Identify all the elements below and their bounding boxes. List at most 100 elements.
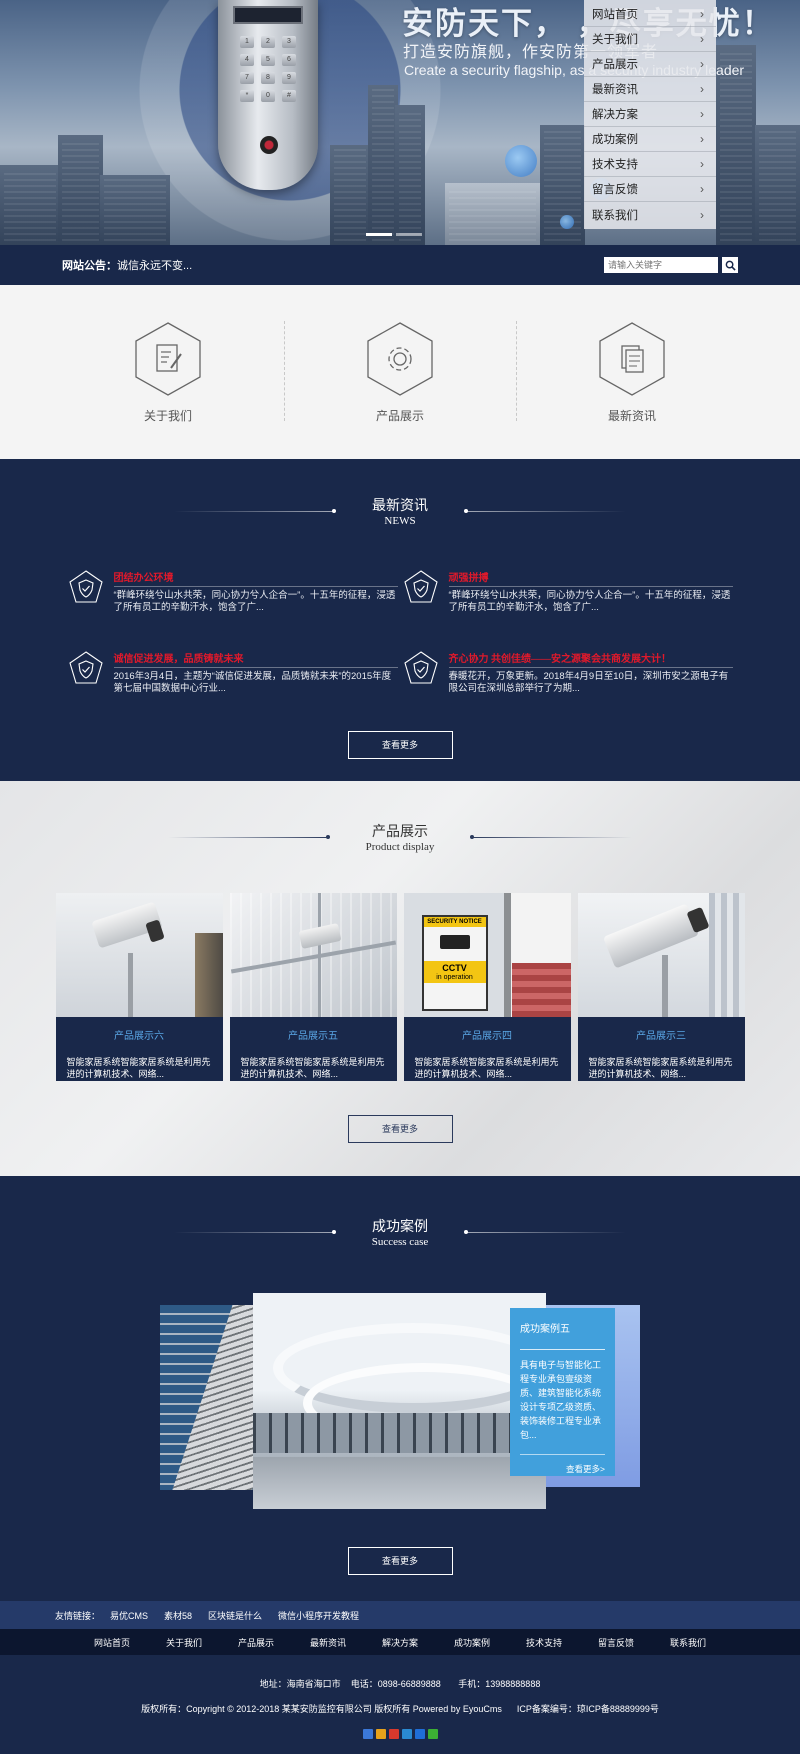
- nav-label: 最新资讯: [592, 84, 638, 96]
- case-title[interactable]: 成功案例五: [520, 1320, 605, 1335]
- friend-link[interactable]: 微信小程序开发教程: [278, 1609, 359, 1622]
- chevron-right-icon: ›: [700, 207, 704, 222]
- nav-item-contact[interactable]: 联系我们 ›: [584, 202, 716, 227]
- links-label: 友情链接：: [55, 1610, 101, 1621]
- chevron-right-icon: ›: [700, 132, 704, 146]
- copyright-line: 版权所有：Copyright © 2012-2018 某某安防监控有限公司 版权…: [0, 1702, 800, 1715]
- wechat-icon[interactable]: [427, 1729, 438, 1739]
- case-carousel: 成功案例五 具有电子与智能化工程专业承包壹级资质、建筑智能化系统设计专项乙级资质…: [160, 1293, 640, 1509]
- product-card[interactable]: 产品展示三 智能家居系统智能家居系统是利用先进的计算机技术、网络...: [577, 893, 745, 1081]
- product-card[interactable]: 产品展示五 智能家居系统智能家居系统是利用先进的计算机技术、网络...: [229, 893, 397, 1081]
- footer-nav-item[interactable]: 产品展示: [220, 1636, 292, 1649]
- product-name[interactable]: 产品展示六: [56, 1027, 223, 1042]
- footer-nav-item[interactable]: 最新资讯: [292, 1636, 364, 1649]
- news-title[interactable]: 顽强拼搏: [448, 569, 733, 587]
- case-image-main[interactable]: [253, 1293, 546, 1509]
- nav-item-about[interactable]: 关于我们 ›: [584, 27, 716, 52]
- title-line-left: [167, 835, 330, 839]
- cases-more-button[interactable]: 查看更多: [347, 1547, 453, 1575]
- product-card[interactable]: 产品展示六 智能家居系统智能家居系统是利用先进的计算机技术、网络...: [55, 893, 223, 1081]
- section-title-cn: 最新资讯: [372, 499, 428, 514]
- news-title[interactable]: 齐心协力 共创佳绩——安之源聚会共商发展大计！: [448, 650, 733, 668]
- renren-icon[interactable]: [414, 1729, 425, 1739]
- glow-bubble: [505, 145, 537, 177]
- news-more-button[interactable]: 查看更多: [347, 731, 453, 759]
- footer-copyright: 版权所有：Copyright © 2012-2018 某某安防监控有限公司 版权…: [141, 1704, 502, 1714]
- skyline-building: [395, 105, 425, 245]
- product-name[interactable]: 产品展示四: [404, 1027, 571, 1042]
- friend-link[interactable]: 素材58: [164, 1609, 192, 1622]
- nav-item-feedback[interactable]: 留言反馈 ›: [584, 177, 716, 202]
- feature-news[interactable]: 最新资讯: [516, 320, 748, 424]
- news-title[interactable]: 团结办公环境: [113, 569, 398, 587]
- product-card[interactable]: SECURITY NOTICE CCTV in operation 产品展示四 …: [403, 893, 571, 1081]
- slider-dot[interactable]: [366, 233, 392, 236]
- share-plus-icon[interactable]: [362, 1729, 373, 1739]
- search-input[interactable]: [604, 257, 718, 273]
- footer-nav-item[interactable]: 留言反馈: [580, 1636, 652, 1649]
- friend-link[interactable]: 易优CMS: [110, 1609, 148, 1622]
- product-image[interactable]: [577, 893, 745, 1017]
- keypad-key: 5: [261, 54, 275, 66]
- chevron-right-icon: ›: [700, 7, 704, 21]
- hero-banner[interactable]: 1 2 3 4 5 6 7 8 9 * 0 # 安防天下， ，尽享无忧！ 打造安…: [0, 0, 800, 245]
- case-desc: 具有电子与智能化工程专业承包壹级资质、建筑智能化系统设计专项乙级资质、装饰装修工…: [520, 1360, 602, 1440]
- skyline-building: [330, 145, 370, 245]
- product-image[interactable]: [55, 893, 223, 1017]
- product-image[interactable]: SECURITY NOTICE CCTV in operation: [403, 893, 571, 1017]
- nav-item-support[interactable]: 技术支持 ›: [584, 152, 716, 177]
- news-title[interactable]: 诚信促进发展，品质铸就未来: [113, 650, 398, 668]
- tencent-weibo-icon[interactable]: [401, 1729, 412, 1739]
- case-more-link[interactable]: 查看更多>: [520, 1454, 605, 1475]
- keypad-key: 4: [240, 54, 254, 66]
- nav-label: 联系我们: [592, 209, 638, 222]
- nav-item-home[interactable]: 网站首页 ›: [584, 2, 716, 27]
- news-item[interactable]: 诚信促进发展，品质铸就未来 2016年3月4日，主题为“诚信促进发展，品质铸就未来…: [68, 650, 398, 695]
- keypad-key: 6: [282, 54, 296, 66]
- cctv-sign: SECURITY NOTICE CCTV in operation: [421, 915, 488, 1011]
- shield-check-icon: [403, 651, 438, 684]
- product-image[interactable]: [229, 893, 397, 1017]
- section-title-en: Success case: [371, 1236, 429, 1248]
- weibo-icon[interactable]: [388, 1729, 399, 1739]
- news-item[interactable]: 团结办公环境 “群峰环绕兮山水共荣，同心协力兮人企合一”。十五年的征程，浸透了所有…: [68, 569, 398, 614]
- chevron-right-icon: ›: [700, 32, 704, 46]
- footer: 地址：海南省海口市 电话：0898-66889888 手机：1398888888…: [0, 1655, 800, 1754]
- feature-about[interactable]: 关于我们: [52, 321, 284, 424]
- nav-item-cases[interactable]: 成功案例 ›: [584, 127, 716, 152]
- footer-nav-item[interactable]: 网站首页: [76, 1636, 148, 1649]
- footer-nav-item[interactable]: 技术支持: [508, 1636, 580, 1649]
- qzone-icon[interactable]: [375, 1729, 386, 1739]
- nav-item-news[interactable]: 最新资讯 ›: [584, 77, 716, 102]
- footer-nav-item[interactable]: 解决方案: [364, 1636, 436, 1649]
- news-item[interactable]: 顽强拼搏 “群峰环绕兮山水共荣，同心协力兮人企合一”。十五年的征程，浸透了所有员工…: [403, 569, 733, 614]
- section-title: 最新资讯 NEWS: [0, 495, 800, 527]
- footer-nav-item[interactable]: 关于我们: [148, 1636, 220, 1649]
- product-name[interactable]: 产品展示五: [230, 1027, 397, 1042]
- footer-phone: 电话：0898-66889888: [350, 1679, 441, 1689]
- news-item[interactable]: 齐心协力 共创佳绩——安之源聚会共商发展大计！ 春暖花开，万象更新。2018年4月…: [403, 650, 733, 695]
- nav-item-solutions[interactable]: 解决方案 ›: [584, 102, 716, 127]
- product-name[interactable]: 产品展示三: [578, 1027, 745, 1042]
- keypad-key: #: [282, 90, 296, 102]
- case-caption: 成功案例五 具有电子与智能化工程专业承包壹级资质、建筑智能化系统设计专项乙级资质…: [510, 1308, 615, 1476]
- nav-item-products[interactable]: 产品展示 ›: [584, 52, 716, 77]
- friend-link[interactable]: 区块链是什么: [208, 1609, 262, 1622]
- product-desc: 智能家居系统智能家居系统是利用先进的计算机技术、网络...: [66, 1057, 211, 1079]
- section-title-cn: 成功案例: [371, 1220, 428, 1235]
- products-section: 产品展示 Product display 产品展示六 智能家居系统智能家居系统是…: [0, 781, 800, 1176]
- chevron-right-icon: ›: [700, 107, 704, 121]
- feature-products[interactable]: 产品展示: [284, 320, 516, 424]
- search-button[interactable]: [722, 257, 738, 273]
- footer-icp[interactable]: ICP备案编号：琼ICP备88889999号: [517, 1704, 659, 1714]
- footer-nav-item[interactable]: 联系我们: [652, 1636, 724, 1649]
- title-line-right: [470, 835, 633, 839]
- footer-nav-item[interactable]: 成功案例: [436, 1636, 508, 1649]
- slider-dot[interactable]: [396, 233, 422, 236]
- products-more-button[interactable]: 查看更多: [347, 1115, 453, 1143]
- keypad-key: 8: [261, 72, 275, 84]
- title-line-left: [173, 1230, 336, 1234]
- section-title: 产品展示 Product display: [0, 821, 800, 853]
- case-image-left[interactable]: [160, 1305, 260, 1490]
- notice-text[interactable]: 诚信永远不变...: [117, 257, 192, 273]
